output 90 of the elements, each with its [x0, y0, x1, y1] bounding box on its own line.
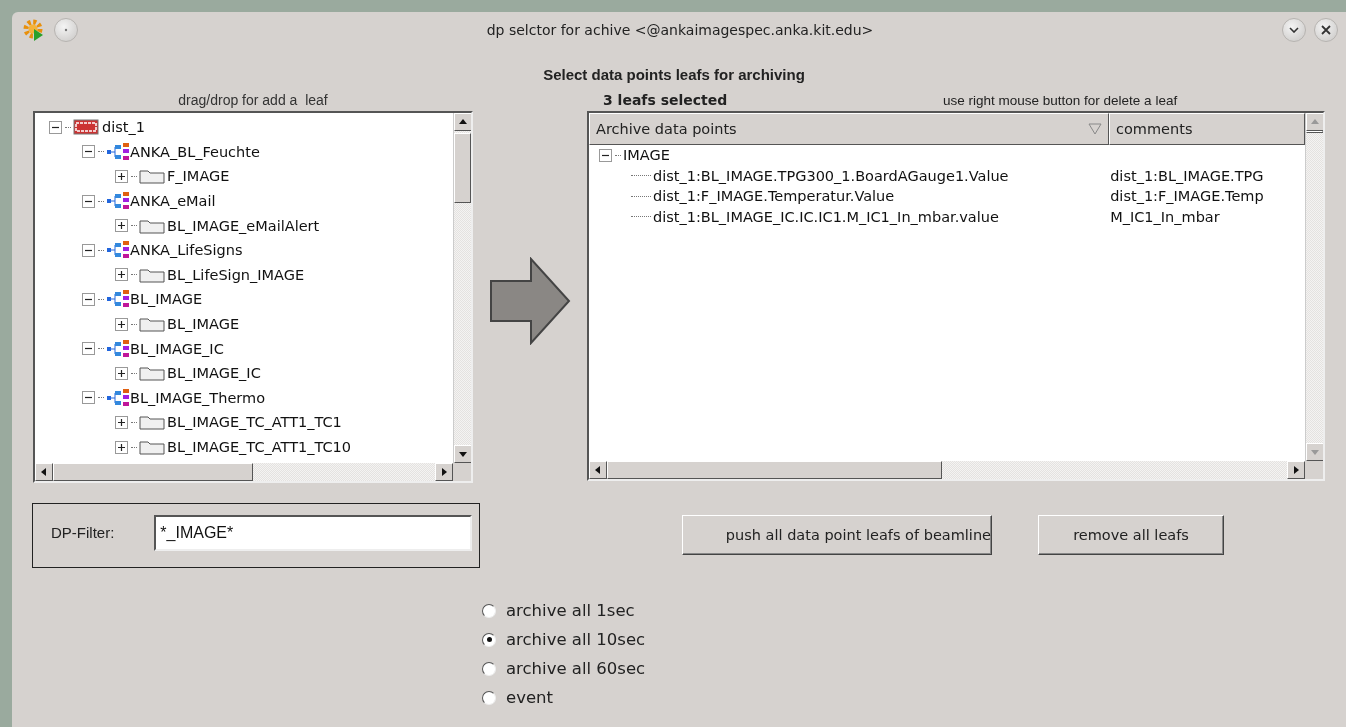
- data-point-cell[interactable]: dist_1:BL_IMAGE_IC.IC.IC1.M_IC1_In_mbar.value: [653, 208, 999, 225]
- scrollbar-corner: [1305, 461, 1323, 479]
- system-icon: [73, 119, 99, 136]
- selected-count: 3 leafs selected: [603, 92, 729, 108]
- archive-mode-option[interactable]: event: [482, 683, 1346, 712]
- comment-cell: M_IC1_In_mbar: [1110, 208, 1220, 225]
- collapse-icon[interactable]: [82, 194, 95, 208]
- up-arrow-icon: [459, 118, 467, 126]
- right-arrow-icon: [489, 257, 571, 345]
- collapse-icon[interactable]: [82, 243, 95, 257]
- radio-button[interactable]: [482, 690, 496, 705]
- tree-item[interactable]: BL_LifeSign_IMAGE: [167, 266, 305, 283]
- left-arrow-icon: [594, 466, 602, 474]
- delete-hint: use right mouse button for delete a leaf: [943, 92, 1178, 108]
- dot-icon: [64, 28, 68, 32]
- tree-item[interactable]: BL_IMAGE_Thermo: [130, 389, 266, 406]
- scrollbar-thumb[interactable]: [607, 461, 942, 479]
- scrollbar-thumb[interactable]: [53, 463, 253, 481]
- tree-item[interactable]: BL_IMAGE_IC: [167, 365, 261, 382]
- tree-item[interactable]: BL_IMAGE_TC_ATT1_TC1: [167, 414, 342, 431]
- structure-icon: [106, 290, 130, 309]
- scrollbar-corner: [453, 463, 471, 481]
- collapse-icon[interactable]: [82, 391, 95, 405]
- archive-mode-option[interactable]: archive all 1sec: [482, 596, 1346, 625]
- collapse-icon[interactable]: [82, 292, 95, 306]
- left-arrow-icon: [40, 468, 48, 476]
- folder-icon: [139, 217, 165, 234]
- scrollbar-thumb[interactable]: [1306, 131, 1323, 133]
- structure-icon: [106, 388, 130, 407]
- filter-input[interactable]: *_IMAGE*: [154, 514, 473, 551]
- dialog-heading: Select data points leafs for archiving: [542, 66, 806, 83]
- down-arrow-icon: [1311, 448, 1319, 456]
- structure-icon: [106, 142, 130, 161]
- column-header[interactable]: Archive data points: [589, 113, 1109, 145]
- down-arrow-icon: [459, 450, 467, 458]
- folder-icon: [139, 316, 165, 333]
- structure-icon: [106, 241, 130, 260]
- close-button[interactable]: [1314, 18, 1338, 42]
- tree-item[interactable]: BL_IMAGE_IC: [130, 340, 224, 357]
- structure-icon: [106, 339, 130, 358]
- folder-icon: [139, 168, 165, 185]
- data-point-cell[interactable]: dist_1:BL_IMAGE.TPG300_1.BoardAGauge1.Value: [653, 167, 1009, 184]
- tree-item[interactable]: BL_IMAGE_eMailAlert: [167, 217, 320, 234]
- up-arrow-icon: [1311, 118, 1319, 126]
- tree-item[interactable]: dist_1: [102, 119, 145, 136]
- folder-icon: [139, 414, 165, 431]
- tree-item[interactable]: BL_IMAGE_TC_ATT1_TC10: [167, 439, 352, 455]
- tree-item[interactable]: BL_IMAGE: [167, 316, 240, 333]
- column-header[interactable]: comments: [1109, 113, 1305, 145]
- group-label[interactable]: IMAGE: [623, 147, 670, 164]
- expand-icon[interactable]: [115, 317, 128, 331]
- collapse-icon[interactable]: [82, 342, 95, 356]
- comment-cell: dist_1:BL_IMAGE.TPG: [1110, 167, 1264, 184]
- remove-leafs-button[interactable]: remove all leafs: [1038, 515, 1224, 555]
- radio-button[interactable]: [482, 603, 496, 618]
- tree-item[interactable]: BL_IMAGE: [130, 291, 203, 308]
- expand-icon[interactable]: [115, 219, 128, 233]
- tree-item[interactable]: ANKA_LifeSigns: [130, 242, 243, 259]
- tree-item[interactable]: F_IMAGE: [167, 168, 230, 185]
- push-leafs-button[interactable]: push all data point leafs of beamline: [682, 515, 992, 555]
- chevron-down-icon: [1289, 27, 1299, 33]
- comment-cell: dist_1:F_IMAGE.Temp: [1110, 188, 1264, 205]
- tree-item[interactable]: ANKA_eMail: [130, 193, 216, 210]
- scrollbar-thumb[interactable]: [454, 133, 471, 203]
- filter-label: DP-Filter:: [51, 524, 115, 541]
- archive-mode-option[interactable]: archive all 60sec: [482, 654, 1346, 683]
- minimize-button[interactable]: [1282, 18, 1306, 42]
- data-point-cell[interactable]: dist_1:F_IMAGE.Temperatur.Value: [653, 188, 895, 205]
- expand-icon[interactable]: [115, 366, 128, 380]
- close-icon: [1321, 25, 1331, 35]
- right-arrow-icon: [440, 468, 448, 476]
- tree-caption: drag/drop for add a leaf: [177, 91, 329, 110]
- structure-icon: [106, 192, 130, 211]
- expand-icon[interactable]: [115, 170, 128, 183]
- folder-icon: [139, 439, 165, 455]
- radio-button[interactable]: [482, 632, 496, 647]
- collapse-icon[interactable]: [599, 148, 612, 162]
- radio-button[interactable]: [482, 661, 496, 676]
- folder-icon: [139, 266, 165, 283]
- right-arrow-icon: [1292, 466, 1300, 474]
- expand-icon[interactable]: [115, 268, 128, 282]
- archive-mode-option[interactable]: archive all 10sec: [482, 625, 1346, 654]
- expand-icon[interactable]: [115, 415, 128, 429]
- collapse-icon[interactable]: [82, 145, 95, 159]
- tree-item[interactable]: ANKA_BL_Feuchte: [130, 143, 260, 160]
- window-title: dp selctor for achive <@ankaimagespec.anka.kit.edu>: [485, 22, 875, 38]
- filter-icon: [1088, 123, 1102, 135]
- expand-icon[interactable]: [115, 440, 128, 454]
- collapse-icon[interactable]: [49, 120, 62, 134]
- folder-icon: [139, 365, 165, 382]
